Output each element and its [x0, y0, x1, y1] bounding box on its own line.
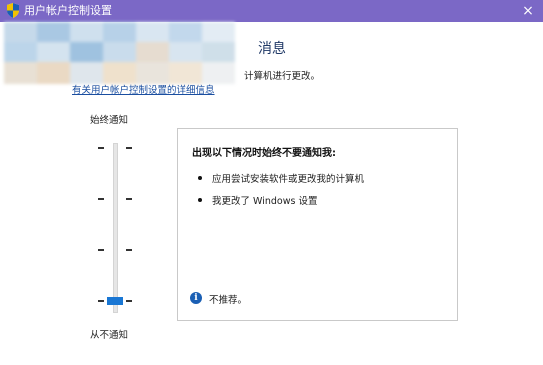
not-recommended-note: 不推荐。: [209, 295, 248, 306]
info-icon: i: [190, 292, 202, 304]
slider-tick: [126, 249, 132, 251]
title-bar: 用户帐户控制设置 ×: [0, 0, 543, 22]
uac-details-link[interactable]: 有关用户帐户控制设置的详细信息: [72, 82, 215, 96]
bullet-dot: [198, 176, 202, 180]
redacted-area: [4, 22, 260, 84]
slider-thumb[interactable]: [107, 297, 123, 305]
uac-level-slider[interactable]: [113, 143, 118, 313]
bullet-item: 应用尝试安装软件或更改我的计算机: [212, 174, 365, 185]
close-icon[interactable]: ×: [517, 0, 539, 22]
window-title: 用户帐户控制设置: [24, 4, 112, 17]
slider-tick: [98, 300, 104, 302]
slider-tick: [126, 147, 132, 149]
slider-tick: [98, 198, 104, 200]
slider-tick: [98, 147, 104, 149]
level-description-panel: 出现以下情况时始终不要通知我: 应用尝试安装软件或更改我的计算机 我更改了 Wi…: [177, 128, 458, 321]
slider-tick: [126, 300, 132, 302]
uac-shield-icon: [6, 3, 20, 18]
panel-title: 出现以下情况时始终不要通知我:: [192, 148, 336, 159]
bullet-item: 我更改了 Windows 设置: [212, 196, 318, 207]
page-heading: 消息: [258, 41, 286, 57]
slider-tick: [98, 249, 104, 251]
uac-settings-window: 用户帐户控制设置 × 消息 计算机进行更改。 有关用户帐户控制设置的详细信息 始…: [0, 0, 543, 365]
slider-tick: [126, 198, 132, 200]
slider-label-never-notify: 从不通知: [90, 330, 129, 341]
page-description: 计算机进行更改。: [244, 71, 321, 82]
bullet-dot: [198, 198, 202, 202]
slider-label-always-notify: 始终通知: [90, 115, 129, 126]
